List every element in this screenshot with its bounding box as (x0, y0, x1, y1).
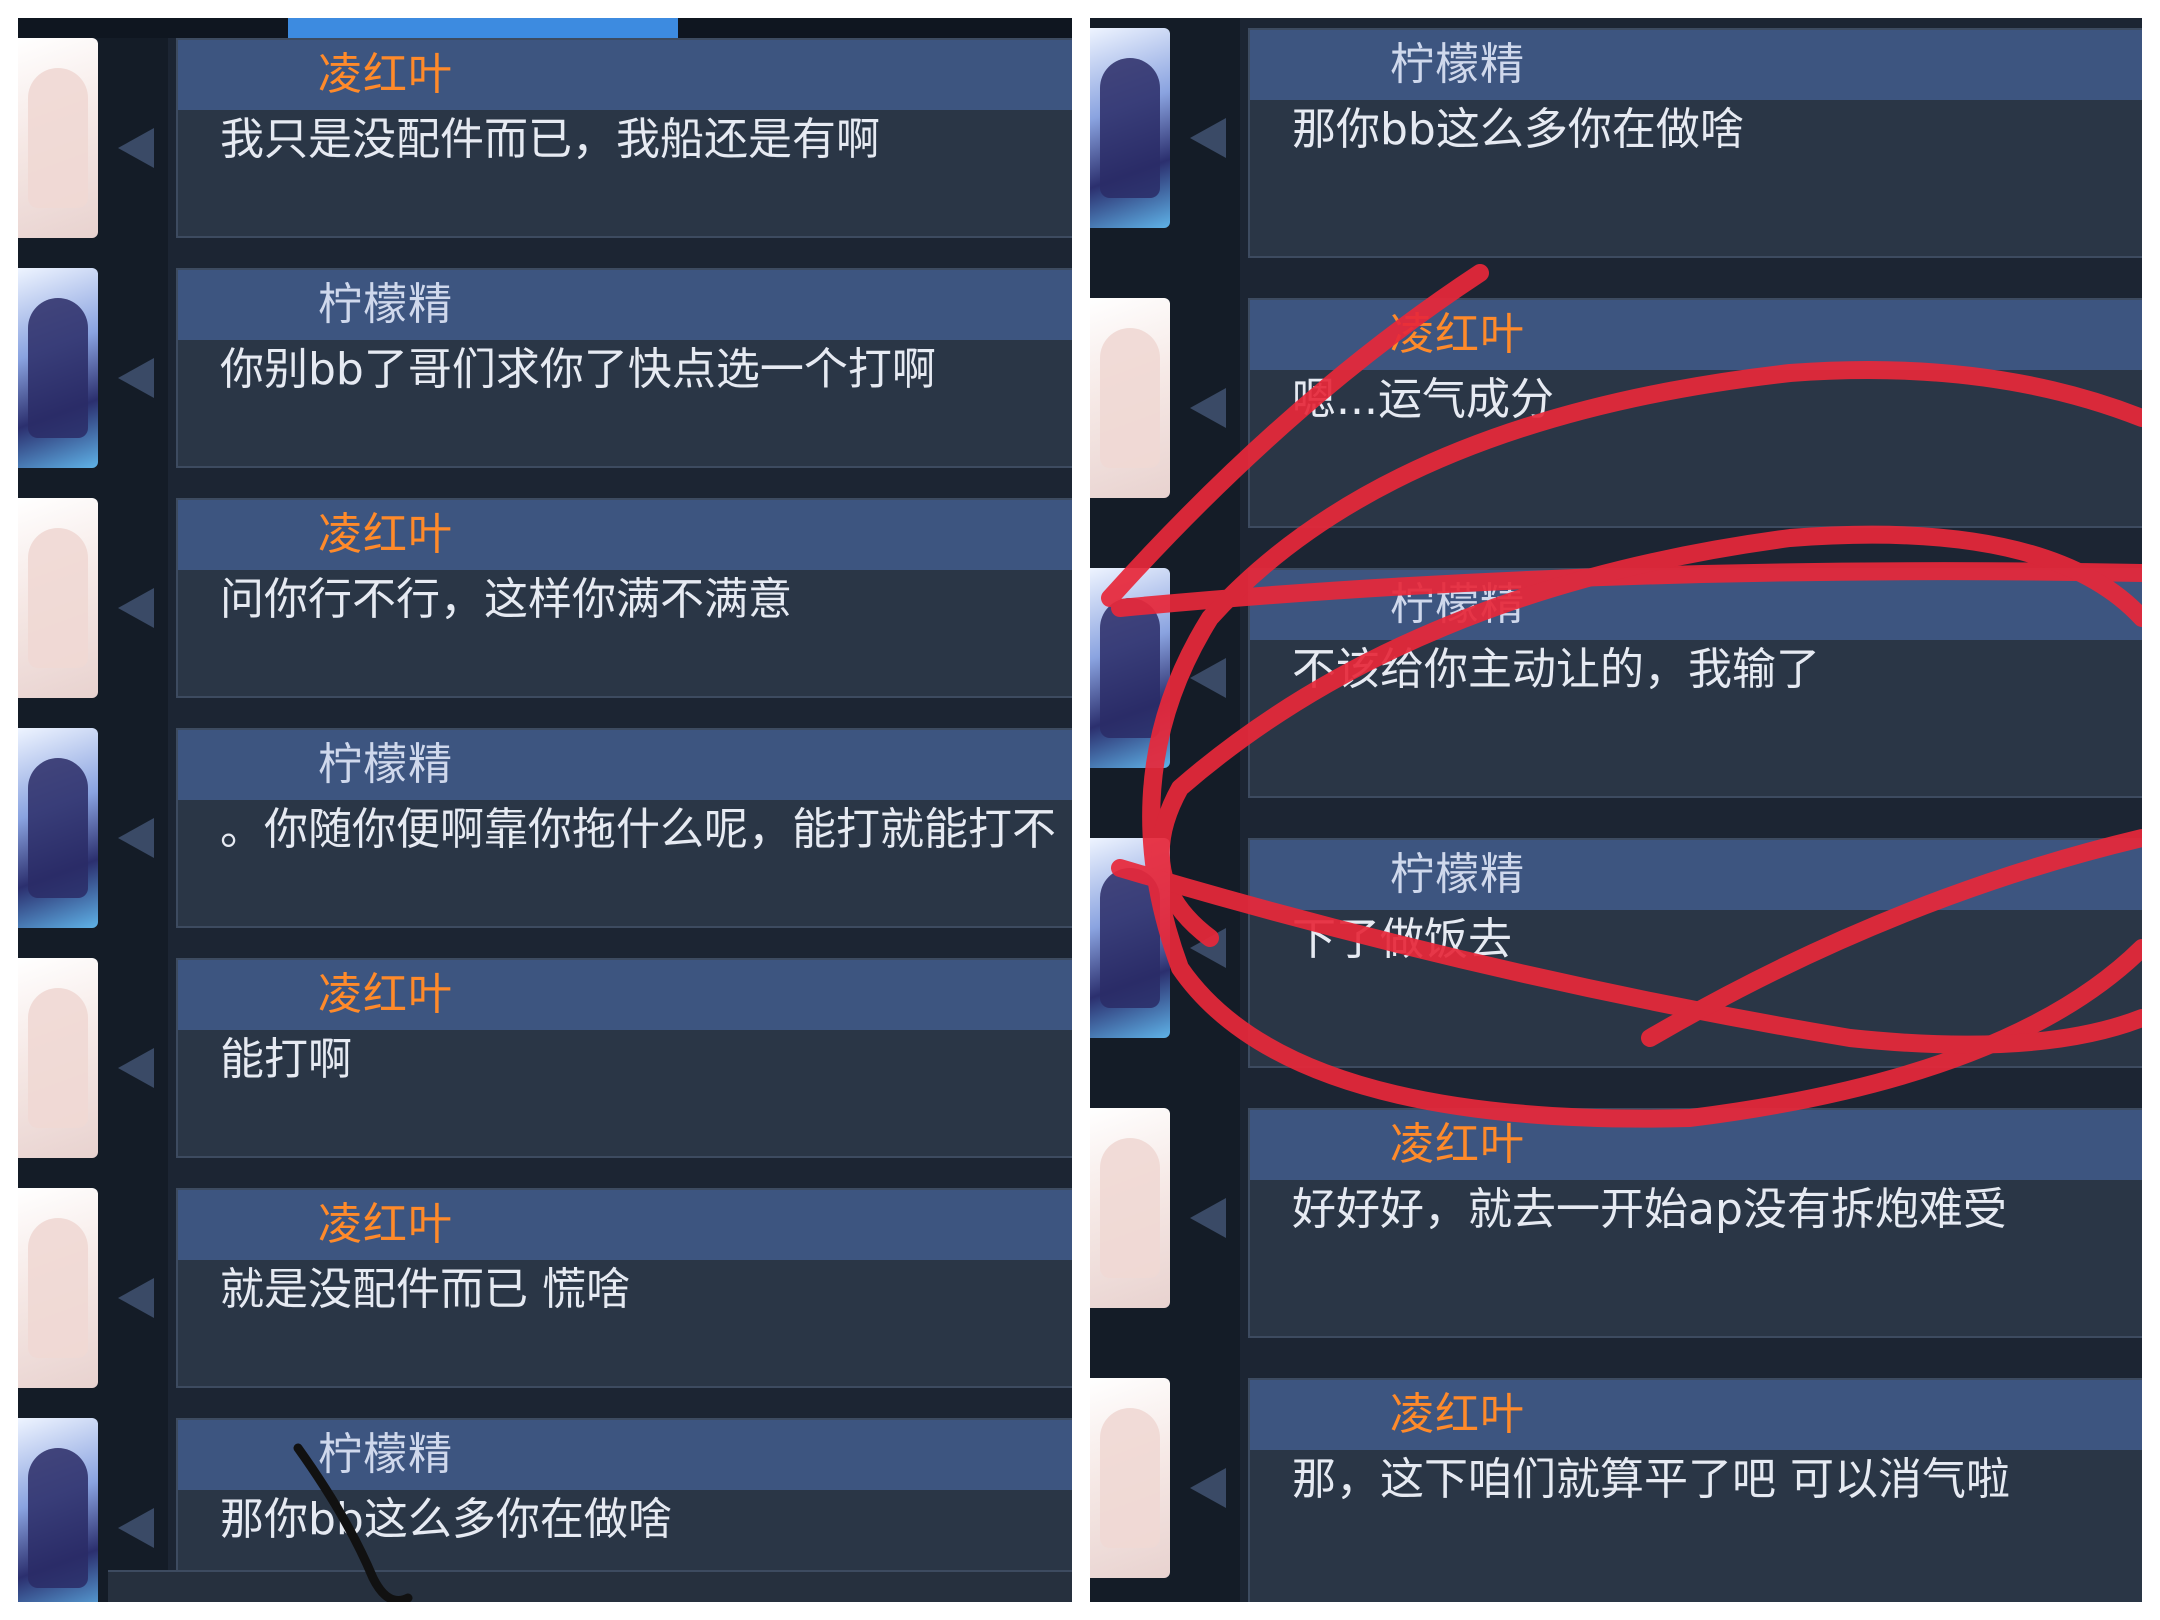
message-text: 就是没配件而已 慌啥 (220, 1264, 630, 1315)
chat-message: 柠檬精 那你bb这么多你在做啥 (1090, 18, 2142, 258)
sender-name: 凌红叶 (318, 509, 453, 560)
message-bubble: 柠檬精 不该给你主动让的，我输了 (1248, 568, 2142, 798)
chat-panel-right: 柠檬精 那你bb这么多你在做啥 凌红叶 嗯...运气成分 柠檬精 不该给你主动让… (1090, 18, 2142, 1602)
message-text: 那你bb这么多你在做啥 (220, 1494, 672, 1545)
chat-message: 凌红叶 我只是没配件而已，我船还是有啊 (18, 28, 1072, 238)
bubble-pointer-icon (118, 818, 154, 858)
chat-message: 凌红叶 能打啊 (18, 948, 1072, 1158)
sender-name: 凌红叶 (1390, 1119, 1525, 1170)
sender-name: 凌红叶 (318, 969, 453, 1020)
message-bubble: 凌红叶 那，这下咱们就算平了吧 可以消气啦 (1248, 1378, 2142, 1602)
bubble-pointer-icon (1190, 1198, 1226, 1238)
avatar[interactable] (18, 498, 98, 698)
message-bubble: 凌红叶 就是没配件而已 慌啥 (176, 1188, 1072, 1388)
bubble-pointer-icon (1190, 388, 1226, 428)
avatar[interactable] (18, 268, 98, 468)
chat-message: 柠檬精 你别bb了哥们求你了快点选一个打啊 (18, 258, 1072, 468)
bubble-pointer-icon (118, 128, 154, 168)
avatar[interactable] (18, 958, 98, 1158)
message-text: 嗯...运气成分 (1292, 374, 1554, 425)
chat-message: 柠檬精 不该给你主动让的，我输了 (1090, 558, 2142, 798)
chat-message: 凌红叶 问你行不行，这样你满不满意 (18, 488, 1072, 698)
avatar[interactable] (1090, 568, 1170, 768)
avatar[interactable] (1090, 298, 1170, 498)
avatar-column (1090, 18, 1240, 1602)
message-bubble: 凌红叶 能打啊 (176, 958, 1072, 1158)
bubble-pointer-icon (1190, 1468, 1226, 1508)
message-text: 不该给你主动让的，我输了 (1292, 644, 1820, 695)
sender-name: 柠檬精 (1390, 39, 1525, 90)
avatar[interactable] (18, 728, 98, 928)
message-text: 我只是没配件而已，我船还是有啊 (220, 114, 880, 165)
sender-name: 凌红叶 (318, 49, 453, 100)
bubble-pointer-icon (1190, 658, 1226, 698)
avatar[interactable] (1090, 28, 1170, 228)
message-bubble: 凌红叶 问你行不行，这样你满不满意 (176, 498, 1072, 698)
avatar[interactable] (18, 1188, 98, 1388)
sender-name: 凌红叶 (1390, 1389, 1525, 1440)
sender-name: 柠檬精 (318, 279, 453, 330)
sender-name: 柠檬精 (1390, 579, 1525, 630)
message-text: 下了做饭去 (1292, 914, 1512, 965)
avatar[interactable] (1090, 838, 1170, 1038)
message-text: 那，这下咱们就算平了吧 可以消气啦 (1292, 1454, 2010, 1505)
message-bubble: 凌红叶 好好好，就去一开始ap没有拆炮难受 (1248, 1108, 2142, 1338)
message-bubble: 凌红叶 嗯...运气成分 (1248, 298, 2142, 528)
chat-message: 凌红叶 就是没配件而已 慌啥 (18, 1178, 1072, 1388)
sender-name: 凌红叶 (318, 1199, 453, 1250)
chat-message: 柠檬精 下了做饭去 (1090, 828, 2142, 1068)
bubble-pointer-icon (118, 1508, 154, 1548)
sender-name: 柠檬精 (318, 1429, 453, 1480)
message-bubble: 柠檬精 你别bb了哥们求你了快点选一个打啊 (176, 268, 1072, 468)
sender-name: 柠檬精 (318, 739, 453, 790)
bubble-pointer-icon (118, 588, 154, 628)
message-text: 好好好，就去一开始ap没有拆炮难受 (1292, 1184, 2007, 1235)
chat-input-bar[interactable] (108, 1570, 1072, 1602)
message-text: 你别bb了哥们求你了快点选一个打啊 (220, 344, 936, 395)
chat-message: 凌红叶 好好好，就去一开始ap没有拆炮难受 (1090, 1098, 2142, 1338)
message-text: 问你行不行，这样你满不满意 (220, 574, 792, 625)
chat-panel-left: 凌红叶 我只是没配件而已，我船还是有啊 柠檬精 你别bb了哥们求你了快点选一个打… (18, 18, 1072, 1602)
bubble-pointer-icon (118, 358, 154, 398)
chat-message: 柠檬精 。你随你便啊靠你拖什么呢，能打就能打不 (18, 718, 1072, 928)
message-bubble: 柠檬精 。你随你便啊靠你拖什么呢，能打就能打不 (176, 728, 1072, 928)
message-text: 那你bb这么多你在做啥 (1292, 104, 1744, 155)
bubble-pointer-icon (1190, 118, 1226, 158)
message-text: 。你随你便啊靠你拖什么呢，能打就能打不 (220, 804, 1056, 855)
bubble-pointer-icon (118, 1048, 154, 1088)
message-text: 能打啊 (220, 1034, 352, 1085)
bubble-pointer-icon (1190, 928, 1226, 968)
chat-message: 凌红叶 那，这下咱们就算平了吧 可以消气啦 (1090, 1368, 2142, 1602)
message-bubble: 柠檬精 下了做饭去 (1248, 838, 2142, 1068)
sender-name: 柠檬精 (1390, 849, 1525, 900)
message-bubble: 凌红叶 我只是没配件而已，我船还是有啊 (176, 38, 1072, 238)
avatar[interactable] (18, 38, 98, 238)
sender-name: 凌红叶 (1390, 309, 1525, 360)
chat-message: 凌红叶 嗯...运气成分 (1090, 288, 2142, 528)
bubble-pointer-icon (118, 1278, 154, 1318)
avatar[interactable] (18, 1418, 98, 1602)
avatar[interactable] (1090, 1108, 1170, 1308)
message-bubble: 柠檬精 那你bb这么多你在做啥 (1248, 28, 2142, 258)
avatar[interactable] (1090, 1378, 1170, 1578)
